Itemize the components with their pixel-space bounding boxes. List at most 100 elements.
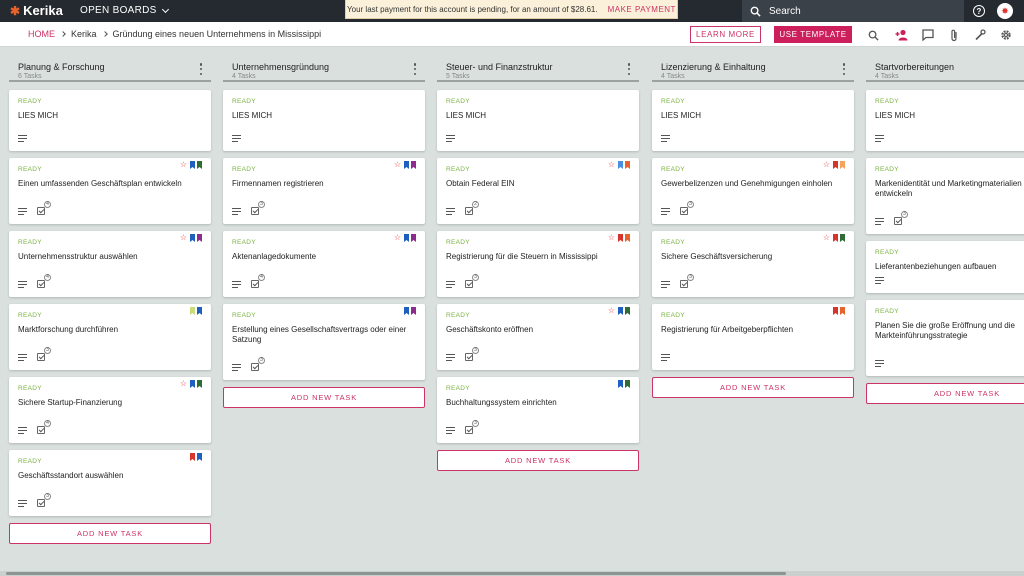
checklist-icon: 3 [37, 347, 51, 361]
add-new-task-button[interactable]: ADD NEW TASK [223, 387, 425, 408]
settings-gear-icon[interactable] [999, 28, 1013, 42]
checklist-icon: 3 [37, 493, 51, 507]
make-payment-link[interactable]: MAKE PAYMENT [608, 5, 676, 14]
star-icon[interactable]: ☆ [823, 234, 830, 242]
task-card[interactable]: READY LIES MICH [223, 90, 425, 151]
task-card[interactable]: ☆ READY Unternehmensstruktur auswählen 4 [9, 231, 211, 297]
tag-flag-icon [404, 161, 409, 169]
star-icon[interactable]: ☆ [608, 161, 615, 169]
task-card[interactable]: ☆ READY Geschäftskonto eröffnen 3 [437, 304, 639, 370]
checklist-icon: 3 [680, 274, 694, 288]
open-boards-menu[interactable]: OPEN BOARDS [80, 5, 169, 16]
add-new-task-button[interactable]: ADD NEW TASK [652, 377, 854, 398]
card-tags: ☆ [180, 234, 202, 242]
board-column: Planung & Forschung 6 Tasks READY LIES MICH… [9, 56, 211, 544]
tag-flag-icon [197, 380, 202, 388]
checklist-count: 3 [901, 211, 908, 218]
scrollbar-thumb[interactable] [6, 572, 786, 575]
learn-more-button[interactable]: LEARN MORE [690, 26, 761, 43]
search-input[interactable]: Search [742, 0, 964, 22]
task-status: READY [446, 98, 470, 105]
star-icon[interactable]: ☆ [823, 161, 830, 169]
task-card[interactable]: READY Planen Sie die große Eröffnung und … [866, 300, 1024, 376]
checklist-icon: 4 [37, 274, 51, 288]
task-card[interactable]: ☆ READY Einen umfassenden Geschäftsplan en… [9, 158, 211, 224]
task-card[interactable]: ☆ READY Sichere Geschäftsversicherung 3 [652, 231, 854, 297]
attachment-icon[interactable] [947, 28, 961, 42]
card-list: READY LIES MICH ☆ READY Gewerbelizenzen und … [652, 90, 854, 398]
description-icon [446, 281, 455, 288]
kerika-logo[interactable]: ✱ Kerika [10, 3, 63, 18]
task-card[interactable]: ☆ READY Firmennamen registrieren 3 [223, 158, 425, 224]
tag-flag-icon [190, 307, 195, 315]
star-icon[interactable]: ☆ [394, 161, 401, 169]
task-card[interactable]: READY LIES MICH [437, 90, 639, 151]
description-icon [446, 135, 455, 142]
add-new-task-button[interactable]: ADD NEW TASK [866, 383, 1024, 404]
checklist-icon: 2 [465, 201, 479, 215]
task-title: Aktenanlagedokumente [232, 252, 317, 261]
task-card[interactable]: READY Markenidentität und Marketingmateri… [866, 158, 1024, 234]
task-card[interactable]: ☆ READY Sichere Startup-Finanzierung 4 [9, 377, 211, 443]
card-tags: ☆ [180, 380, 202, 388]
board-search-icon[interactable] [866, 28, 880, 42]
task-card[interactable]: ☆ READY Obtain Federal EIN 2 [437, 158, 639, 224]
breadcrumb-home[interactable]: HOME [28, 29, 55, 39]
tag-flag-icon [833, 161, 838, 169]
column-menu-icon[interactable] [842, 63, 846, 75]
column-menu-icon[interactable] [199, 63, 203, 75]
checklist-icon: 3 [251, 357, 265, 371]
add-new-task-button[interactable]: ADD NEW TASK [9, 523, 211, 544]
column-title[interactable]: Steuer- und Finanzstruktur [446, 56, 639, 72]
add-new-task-button[interactable]: ADD NEW TASK [437, 450, 639, 471]
checklist-icon: 3 [680, 201, 694, 215]
card-tags [618, 380, 630, 388]
task-card[interactable]: READY Geschäftsstandort auswählen 3 [9, 450, 211, 516]
task-card[interactable]: ☆ READY Registrierung für die Steuern in M… [437, 231, 639, 297]
task-card[interactable]: READY LIES MICH [9, 90, 211, 151]
star-icon[interactable]: ☆ [180, 380, 187, 388]
tag-flag-icon [411, 234, 416, 242]
user-avatar[interactable]: ✸ [997, 3, 1013, 19]
task-title: Erstellung eines Gesellschaftsvertrags o… [232, 325, 407, 344]
task-card[interactable]: READY Registrierung für Arbeitgeberpflich… [652, 304, 854, 370]
task-title: Firmennamen registrieren [232, 179, 324, 188]
breadcrumb-org[interactable]: Kerika [71, 29, 97, 39]
task-status: READY [18, 239, 42, 246]
star-icon[interactable]: ☆ [180, 161, 187, 169]
column-title[interactable]: Planung & Forschung [18, 56, 211, 72]
horizontal-scrollbar[interactable] [0, 571, 1024, 576]
column-header: Startvorbereitungen 4 Tasks [866, 56, 1024, 82]
task-status: READY [875, 166, 899, 173]
chat-icon[interactable] [921, 28, 935, 42]
column-title[interactable]: Startvorbereitungen [875, 56, 1024, 72]
column-title[interactable]: Unternehmensgründung [232, 56, 425, 72]
help-icon[interactable]: ? [973, 5, 985, 17]
task-card[interactable]: READY Buchhaltungssystem einrichten 3 [437, 377, 639, 443]
tools-icon[interactable] [973, 28, 987, 42]
star-icon[interactable]: ☆ [180, 234, 187, 242]
card-tags: ☆ [608, 161, 630, 169]
star-icon[interactable]: ☆ [608, 234, 615, 242]
task-status: READY [661, 166, 685, 173]
column-menu-icon[interactable] [627, 63, 631, 75]
task-title: Marktforschung durchführen [18, 325, 119, 334]
use-template-button[interactable]: USE TEMPLATE [774, 26, 852, 43]
task-card[interactable]: READY Marktforschung durchführen 3 [9, 304, 211, 370]
task-card[interactable]: READY Lieferantenbeziehungen aufbauen [866, 241, 1024, 293]
tag-flag-icon [411, 161, 416, 169]
task-card[interactable]: READY LIES MICH [866, 90, 1024, 151]
star-icon[interactable]: ☆ [608, 307, 615, 315]
add-person-icon[interactable] [895, 28, 909, 42]
column-menu-icon[interactable] [413, 63, 417, 75]
task-card[interactable]: READY LIES MICH [652, 90, 854, 151]
tag-flag-icon [190, 453, 195, 461]
task-card[interactable]: ☆ READY Aktenanlagedokumente 4 [223, 231, 425, 297]
task-title: LIES MICH [446, 111, 487, 120]
task-card[interactable]: ☆ READY Gewerbelizenzen und Genehmigungen … [652, 158, 854, 224]
task-status: READY [18, 458, 42, 465]
column-title[interactable]: Lizenzierung & Einhaltung [661, 56, 854, 72]
tag-flag-icon [190, 380, 195, 388]
star-icon[interactable]: ☆ [394, 234, 401, 242]
task-card[interactable]: READY Erstellung eines Gesellschaftsvertr… [223, 304, 425, 380]
